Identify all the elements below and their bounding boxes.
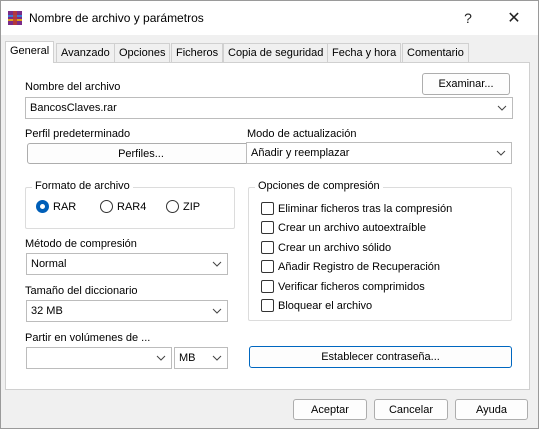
set-password-button[interactable]: Establecer contraseña... (249, 346, 512, 368)
cancel-button[interactable]: Cancelar (374, 399, 448, 420)
format-zip-radio[interactable]: ZIP (166, 200, 200, 213)
close-button[interactable]: ✕ (491, 1, 537, 35)
compression-options-group: Opciones de compresión Eliminar ficheros… (248, 180, 512, 321)
profiles-button[interactable]: Perfiles... (27, 143, 255, 164)
dictionary-size-combo[interactable]: 32 MB (26, 300, 228, 322)
compression-method-combo[interactable]: Normal (26, 253, 228, 275)
verify-checkbox[interactable]: Verificar ficheros comprimidos (261, 280, 425, 293)
window-title: Nombre de archivo y parámetros (29, 11, 204, 25)
winrar-app-icon (8, 11, 22, 25)
recovery-record-checkbox[interactable]: Añadir Registro de Recuperación (261, 260, 440, 273)
chevron-down-icon[interactable] (211, 301, 223, 321)
sfx-checkbox[interactable]: Crear un archivo autoextraíble (261, 221, 426, 234)
format-zip-label: ZIP (183, 200, 201, 213)
browse-button[interactable]: Examinar... (422, 73, 510, 95)
split-unit-combo[interactable]: MB (174, 347, 228, 369)
checkbox-icon[interactable] (261, 299, 274, 312)
compression-method-value: Normal (31, 258, 67, 270)
recovery-record-label: Añadir Registro de Recuperación (278, 260, 441, 273)
radio-icon[interactable] (100, 200, 113, 213)
solid-checkbox[interactable]: Crear un archivo sólido (261, 241, 391, 254)
tab-ficheros[interactable]: Ficheros (171, 43, 224, 62)
archive-name-label: Nombre del archivo (25, 81, 121, 93)
profile-label: Perfil predeterminado (25, 128, 131, 140)
compression-options-title: Opciones de compresión (255, 180, 383, 192)
general-panel: Nombre del archivo Examinar... BancosCla… (5, 62, 530, 390)
tab-comentario[interactable]: Comentario (402, 43, 469, 62)
format-rar4-radio[interactable]: RAR4 (100, 200, 146, 213)
delete-after-label: Eliminar ficheros tras la compresión (278, 202, 453, 215)
archive-format-group: Formato de archivo RAR RAR4 ZIP (25, 180, 235, 229)
verify-label: Verificar ficheros comprimidos (278, 280, 425, 293)
help-button[interactable]: Ayuda (455, 399, 528, 420)
archive-name-combo[interactable]: BancosClaves.rar (25, 97, 513, 119)
split-volumes-combo[interactable] (26, 347, 172, 369)
chevron-down-icon[interactable] (211, 254, 223, 274)
checkbox-icon[interactable] (261, 260, 274, 273)
lock-archive-checkbox[interactable]: Bloquear el archivo (261, 299, 372, 312)
tab-avanzado[interactable]: Avanzado (56, 43, 115, 62)
delete-after-checkbox[interactable]: Eliminar ficheros tras la compresión (261, 202, 452, 215)
title-bar: Nombre de archivo y parámetros ? ✕ (1, 1, 538, 35)
format-rar-radio[interactable]: RAR (36, 200, 76, 213)
help-title-button[interactable]: ? (445, 1, 491, 35)
checkbox-icon[interactable] (261, 241, 274, 254)
radio-selected-icon[interactable] (36, 200, 49, 213)
tab-fecha-hora[interactable]: Fecha y hora (327, 43, 402, 62)
compression-method-label: Método de compresión (25, 238, 137, 250)
chevron-down-icon[interactable] (495, 143, 507, 163)
ok-button[interactable]: Aceptar (293, 399, 367, 420)
sfx-label: Crear un archivo autoextraíble (278, 221, 426, 234)
split-unit-value: MB (179, 352, 196, 364)
chevron-down-icon[interactable] (496, 98, 508, 118)
chevron-down-icon[interactable] (155, 348, 167, 368)
dialog-window: Nombre de archivo y parámetros ? ✕ Gener… (0, 0, 539, 429)
format-rar-label: RAR (53, 200, 77, 213)
tab-opciones[interactable]: Opciones (114, 43, 171, 62)
archive-name-value: BancosClaves.rar (30, 102, 117, 114)
tab-general[interactable]: General (5, 41, 55, 63)
checkbox-icon[interactable] (261, 280, 274, 293)
update-mode-label: Modo de actualización (247, 128, 357, 140)
lock-archive-label: Bloquear el archivo (278, 299, 373, 312)
checkbox-icon[interactable] (261, 221, 274, 234)
format-rar4-label: RAR4 (117, 200, 147, 213)
split-volumes-label: Partir en volúmenes de ... (25, 332, 151, 344)
dictionary-size-label: Tamaño del diccionario (25, 285, 138, 297)
dictionary-size-value: 32 MB (31, 305, 63, 317)
checkbox-icon[interactable] (261, 202, 274, 215)
update-mode-value: Añadir y reemplazar (251, 147, 350, 159)
radio-icon[interactable] (166, 200, 179, 213)
chevron-down-icon[interactable] (211, 348, 223, 368)
archive-format-title: Formato de archivo (32, 180, 133, 192)
tab-copia-seguridad[interactable]: Copia de seguridad (223, 43, 329, 62)
solid-label: Crear un archivo sólido (278, 241, 392, 254)
update-mode-combo[interactable]: Añadir y reemplazar (246, 142, 512, 164)
